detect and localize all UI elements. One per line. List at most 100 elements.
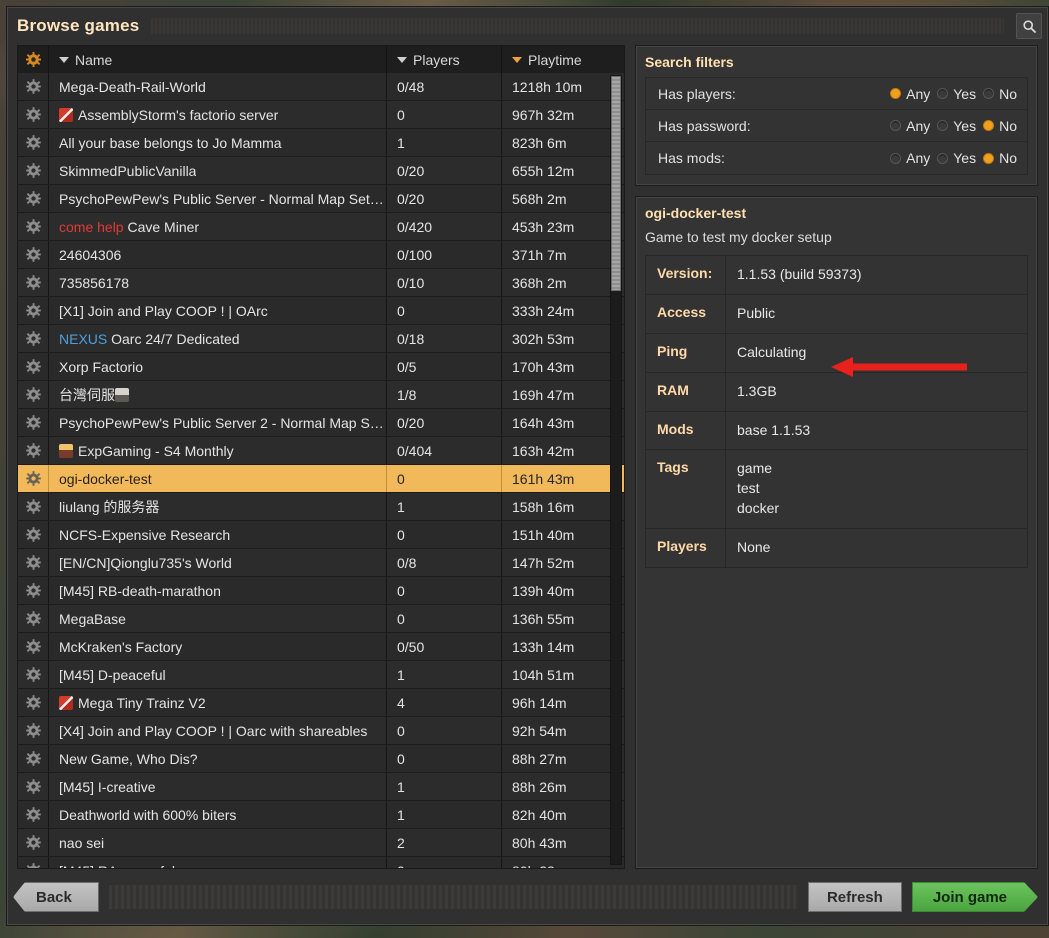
column-header-players[interactable]: Players (387, 46, 502, 73)
table-row[interactable]: [X1] Join and Play COOP ! | OArc 0 333h 24… (18, 297, 624, 325)
filter-radio-no[interactable]: No (983, 118, 1017, 134)
row-gear-button[interactable] (18, 325, 49, 352)
filter-radio-any[interactable]: Any (890, 150, 930, 166)
row-gear-button[interactable] (18, 717, 49, 744)
refresh-button[interactable]: Refresh (807, 882, 902, 912)
row-name-cell[interactable]: ogi-docker-test (49, 465, 387, 492)
row-gear-button[interactable] (18, 353, 49, 380)
row-gear-button[interactable] (18, 101, 49, 128)
row-name-cell[interactable]: Deathworld with 600% biters (49, 801, 387, 828)
table-row[interactable]: Deathworld with 600% biters 1 82h 40m (18, 801, 624, 829)
row-gear-button[interactable] (18, 633, 49, 660)
table-row[interactable]: AssemblyStorm's factorio server 0 967h 32m (18, 101, 624, 129)
table-row[interactable]: New Game, Who Dis? 0 88h 27m (18, 745, 624, 773)
row-gear-button[interactable] (18, 241, 49, 268)
row-gear-button[interactable] (18, 521, 49, 548)
row-name-cell[interactable]: [EN/CN]Qionglu735's World (49, 549, 387, 576)
row-name-cell[interactable]: MegaBase (49, 605, 387, 632)
table-row[interactable]: PsychoPewPew's Public Server - Normal Ma… (18, 185, 624, 213)
row-gear-button[interactable] (18, 745, 49, 772)
filter-radio-any[interactable]: Any (890, 118, 930, 134)
row-name-cell[interactable]: liulang 的服务器 (49, 493, 387, 520)
filter-radio-any[interactable]: Any (890, 86, 930, 102)
table-row[interactable]: liulang 的服务器 1 158h 16m (18, 493, 624, 521)
row-gear-button[interactable] (18, 689, 49, 716)
row-name-cell[interactable]: [X1] Join and Play COOP ! | OArc (49, 297, 387, 324)
row-gear-button[interactable] (18, 269, 49, 296)
row-gear-button[interactable] (18, 801, 49, 828)
row-name-cell[interactable]: Mega Tiny Trainz V2 (49, 689, 387, 716)
titlebar-drag-handle[interactable] (151, 18, 1004, 34)
row-gear-button[interactable] (18, 409, 49, 436)
row-gear-button[interactable] (18, 605, 49, 632)
row-name-cell[interactable]: Xorp Factorio (49, 353, 387, 380)
row-name-cell[interactable]: [X4] Join and Play COOP ! | Oarc with sh… (49, 717, 387, 744)
table-row[interactable]: Mega-Death-Rail-World 0/48 1218h 10m (18, 73, 624, 101)
row-gear-button[interactable] (18, 213, 49, 240)
row-name-cell[interactable]: McKraken's Factory (49, 633, 387, 660)
table-row[interactable]: [M45] RA-peaceful 0 80h 23m (18, 857, 624, 868)
table-row[interactable]: SkimmedPublicVanilla 0/20 655h 12m (18, 157, 624, 185)
row-gear-button[interactable] (18, 493, 49, 520)
server-list-scrollbar-thumb[interactable] (611, 76, 621, 291)
row-name-cell[interactable]: AssemblyStorm's factorio server (49, 101, 387, 128)
table-row[interactable]: [M45] RB-death-marathon 0 139h 40m (18, 577, 624, 605)
row-gear-button[interactable] (18, 73, 49, 100)
table-row[interactable]: Xorp Factorio 0/5 170h 43m (18, 353, 624, 381)
table-row[interactable]: All your base belongs to Jo Mamma 1 823h 6… (18, 129, 624, 157)
server-list-scrollbar[interactable] (610, 75, 622, 865)
row-gear-button[interactable] (18, 297, 49, 324)
table-row[interactable]: MegaBase 0 136h 55m (18, 605, 624, 633)
row-gear-button[interactable] (18, 577, 49, 604)
table-row[interactable]: 24604306 0/100 371h 7m (18, 241, 624, 269)
row-name-cell[interactable]: SkimmedPublicVanilla (49, 157, 387, 184)
row-name-cell[interactable]: 735856178 (49, 269, 387, 296)
table-row[interactable]: [M45] D-peaceful 1 104h 51m (18, 661, 624, 689)
column-header-playtime[interactable]: Playtime (502, 46, 624, 73)
row-name-cell[interactable]: [M45] RA-peaceful (49, 857, 387, 868)
row-name-cell[interactable]: All your base belongs to Jo Mamma (49, 129, 387, 156)
table-row[interactable]: Mega Tiny Trainz V2 4 96h 14m (18, 689, 624, 717)
row-gear-button[interactable] (18, 157, 49, 184)
table-row[interactable]: [X4] Join and Play COOP ! | Oarc with sh… (18, 717, 624, 745)
table-row[interactable]: come help Cave Miner 0/420 453h 23m (18, 213, 624, 241)
table-row[interactable]: PsychoPewPew's Public Server 2 - Normal … (18, 409, 624, 437)
row-gear-button[interactable] (18, 465, 49, 492)
back-button[interactable]: Back (13, 882, 99, 912)
table-row[interactable]: [EN/CN]Qionglu735's World 0/8 147h 52m (18, 549, 624, 577)
row-name-cell[interactable]: NEXUS Oarc 24/7 Dedicated (49, 325, 387, 352)
table-row[interactable]: ExpGaming - S4 Monthly 0/404 163h 42m (18, 437, 624, 465)
row-gear-button[interactable] (18, 185, 49, 212)
row-name-cell[interactable]: 台灣伺服 (49, 381, 387, 408)
row-name-cell[interactable]: [M45] I-creative (49, 773, 387, 800)
join-game-button[interactable]: Join game (912, 882, 1038, 912)
row-gear-button[interactable] (18, 829, 49, 856)
table-row[interactable]: McKraken's Factory 0/50 133h 14m (18, 633, 624, 661)
table-row[interactable]: 台灣伺服 1/8 169h 47m (18, 381, 624, 409)
table-row[interactable]: ogi-docker-test 0 161h 43m (18, 465, 624, 493)
row-gear-button[interactable] (18, 857, 49, 868)
row-name-cell[interactable]: PsychoPewPew's Public Server 2 - Normal … (49, 409, 387, 436)
row-name-cell[interactable]: Mega-Death-Rail-World (49, 73, 387, 100)
filter-radio-no[interactable]: No (983, 150, 1017, 166)
filter-radio-yes[interactable]: Yes (937, 118, 976, 134)
filter-radio-no[interactable]: No (983, 86, 1017, 102)
row-gear-button[interactable] (18, 381, 49, 408)
row-name-cell[interactable]: ExpGaming - S4 Monthly (49, 437, 387, 464)
row-gear-button[interactable] (18, 661, 49, 688)
column-header-name[interactable]: Name (49, 46, 387, 73)
search-button[interactable] (1016, 13, 1042, 39)
server-rows-container[interactable]: Mega-Death-Rail-World 0/48 1218h 10m Assemb… (18, 73, 624, 868)
filter-radio-yes[interactable]: Yes (937, 86, 976, 102)
row-gear-button[interactable] (18, 129, 49, 156)
row-name-cell[interactable]: nao sei (49, 829, 387, 856)
row-name-cell[interactable]: New Game, Who Dis? (49, 745, 387, 772)
row-gear-button[interactable] (18, 437, 49, 464)
table-row[interactable]: [M45] I-creative 1 88h 26m (18, 773, 624, 801)
row-name-cell[interactable]: PsychoPewPew's Public Server - Normal Ma… (49, 185, 387, 212)
row-name-cell[interactable]: NCFS-Expensive Research (49, 521, 387, 548)
row-gear-button[interactable] (18, 773, 49, 800)
table-row[interactable]: nao sei 2 80h 43m (18, 829, 624, 857)
row-name-cell[interactable]: come help Cave Miner (49, 213, 387, 240)
row-name-cell[interactable]: 24604306 (49, 241, 387, 268)
